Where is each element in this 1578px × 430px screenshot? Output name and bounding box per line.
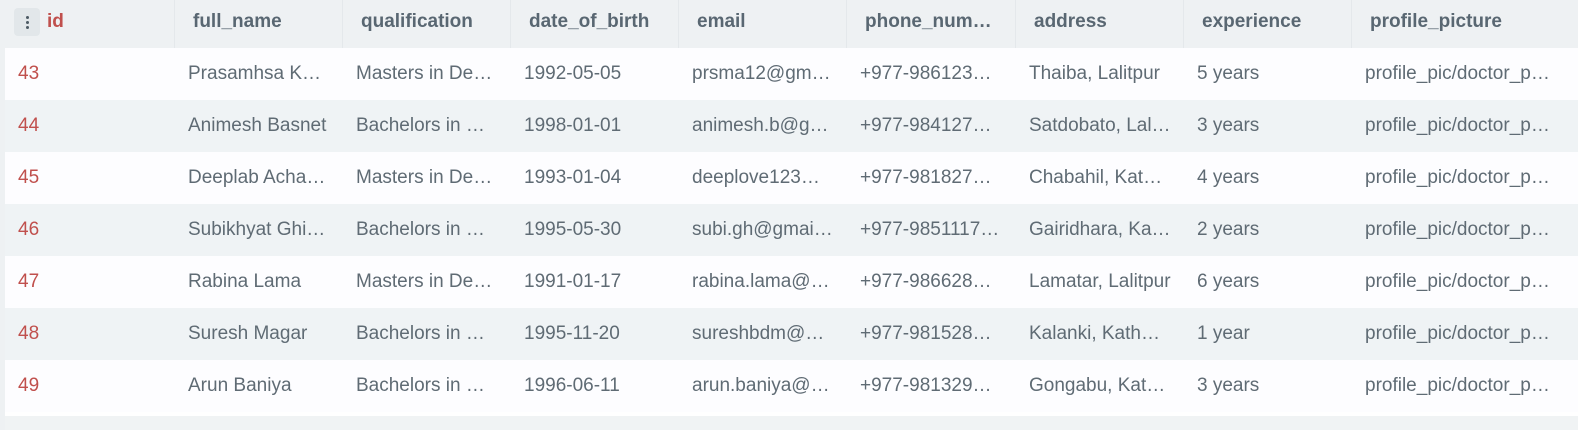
table-cell-qualification[interactable]: Masters in De… [343, 48, 511, 100]
table-cell-date-of-birth[interactable]: 1995-11-20 [511, 308, 679, 360]
header-row: id full_name qualification date_of_birth… [5, 0, 1578, 49]
table-cell-profile-picture[interactable]: profile_pic/doctor_pr… [1352, 48, 1558, 100]
column-header-date-of-birth[interactable]: date_of_birth [511, 0, 679, 48]
table-cell-date-of-birth[interactable]: 1993-01-04 [511, 152, 679, 204]
table-cell-qualification[interactable]: Bachelors in … [343, 308, 511, 360]
column-header-label: id [47, 11, 64, 32]
table-cell-profile-picture[interactable]: profile_pic/doctor_pr… [1352, 100, 1558, 152]
table-cell-experience[interactable]: 4 years [1184, 152, 1352, 204]
table-cell-address[interactable]: Kalanki, Kath… [1016, 308, 1184, 360]
table-cell-full-name[interactable]: Deeplab Acha… [175, 152, 343, 204]
table-cell-address[interactable]: Gairidhara, Ka… [1016, 204, 1184, 256]
table-cell-email[interactable]: sureshbdm@… [679, 308, 847, 360]
column-header-qualification[interactable]: qualification [343, 0, 511, 48]
table-cell-id[interactable]: 47 [5, 256, 175, 308]
column-header-label: address [1034, 11, 1107, 32]
column-header-id[interactable]: id [5, 0, 175, 48]
table-cell-date-of-birth[interactable]: 1992-05-05 [511, 48, 679, 100]
table-cell-qualification[interactable]: Bachelors in … [343, 360, 511, 412]
table-cell-date-of-birth[interactable]: 1998-01-01 [511, 100, 679, 152]
table-cell-address[interactable]: Chabahil, Kat… [1016, 152, 1184, 204]
table-cell-experience[interactable]: 3 years [1184, 360, 1352, 412]
table-cell-profile-picture[interactable]: profile_pic/doctor_pr… [1352, 256, 1558, 308]
table-row[interactable]: 48 Suresh Magar Bachelors in … 1995-11-20 su… [5, 308, 1578, 360]
table-cell-phone-number[interactable]: +977-981827… [847, 152, 1016, 204]
column-header-label: full_name [193, 11, 282, 32]
table-cell-full-name[interactable]: Animesh Basnet [175, 100, 343, 152]
table-cell-full-name[interactable]: Rabina Lama [175, 256, 343, 308]
table-cell-qualification[interactable]: Bachelors in … [343, 100, 511, 152]
table-cell-date-of-birth[interactable]: 1996-06-11 [511, 360, 679, 412]
table-cell-experience[interactable]: 1 year [1184, 308, 1352, 360]
column-header-label: experience [1202, 11, 1302, 32]
table-cell-email[interactable]: arun.baniya@… [679, 360, 847, 412]
table-cell-id[interactable]: 45 [5, 152, 175, 204]
column-header-phone-number[interactable]: phone_num… [847, 0, 1016, 48]
table-cell-phone-number[interactable]: +977-981528… [847, 308, 1016, 360]
column-header-email[interactable]: email [679, 0, 847, 48]
table-cell-id[interactable]: 44 [5, 100, 175, 152]
table-cell-full-name[interactable]: Arun Baniya [175, 360, 343, 412]
table-cell-profile-picture[interactable]: profile_pic/doctor_pr… [1352, 204, 1558, 256]
column-header-label: profile_picture [1370, 11, 1502, 32]
kebab-menu-icon[interactable] [14, 8, 40, 36]
table-cell-address[interactable]: Gongabu, Kat… [1016, 360, 1184, 412]
table-cell-address[interactable]: Satdobato, Lal… [1016, 100, 1184, 152]
table-cell-id[interactable]: 49 [5, 360, 175, 412]
table-cell-experience[interactable]: 6 years [1184, 256, 1352, 308]
table-cell-experience[interactable]: 5 years [1184, 48, 1352, 100]
table-cell-profile-picture[interactable]: profile_pic/doctor_pr… [1352, 360, 1558, 412]
column-header-label: date_of_birth [529, 11, 650, 32]
table-cell-email[interactable]: prsma12@gm… [679, 48, 847, 100]
table-cell-id[interactable]: 48 [5, 308, 175, 360]
table-cell-id[interactable]: 43 [5, 48, 175, 100]
table-cell-qualification[interactable]: Masters in De… [343, 152, 511, 204]
table-cell-address[interactable]: Thaiba, Lalitpur [1016, 48, 1184, 100]
table-cell-qualification[interactable]: Bachelors in … [343, 204, 511, 256]
table-cell-email[interactable]: deeplove123… [679, 152, 847, 204]
data-grid: id full_name qualification date_of_birth… [5, 0, 1578, 416]
table-cell-profile-picture[interactable]: profile_pic/doctor_pr… [1352, 152, 1558, 204]
table-cell-full-name[interactable]: Suresh Magar [175, 308, 343, 360]
table-row[interactable]: 45 Deeplab Acha… Masters in De… 1993-01-04 d… [5, 152, 1578, 204]
table-row[interactable]: 47 Rabina Lama Masters in De… 1991-01-17 rab… [5, 256, 1578, 308]
column-header-full-name[interactable]: full_name [175, 0, 343, 48]
table-row[interactable]: 49 Arun Baniya Bachelors in … 1996-06-11 aru… [5, 360, 1578, 412]
column-header-label: phone_num… [865, 11, 992, 32]
column-header-label: email [697, 11, 746, 32]
table-cell-qualification[interactable]: Masters in De… [343, 256, 511, 308]
table-cell-phone-number[interactable]: +977-9851117… [847, 204, 1016, 256]
table-row[interactable]: 46 Subikhyat Ghi… Bachelors in … 1995-05-30… [5, 204, 1578, 256]
column-header-address[interactable]: address [1016, 0, 1184, 48]
table-cell-email[interactable]: animesh.b@g… [679, 100, 847, 152]
table-cell-phone-number[interactable]: +977-981329… [847, 360, 1016, 412]
column-header-label: qualification [361, 11, 473, 32]
table-cell-email[interactable]: subi.gh@gmai… [679, 204, 847, 256]
column-header-profile-picture[interactable]: profile_picture [1352, 0, 1558, 48]
table-cell-date-of-birth[interactable]: 1991-01-17 [511, 256, 679, 308]
column-header-experience[interactable]: experience [1184, 0, 1352, 48]
table-cell-address[interactable]: Lamatar, Lalitpur [1016, 256, 1184, 308]
table-cell-full-name[interactable]: Prasamhsa K… [175, 48, 343, 100]
table-cell-experience[interactable]: 2 years [1184, 204, 1352, 256]
table-cell-phone-number[interactable]: +977-986123… [847, 48, 1016, 100]
table-cell-phone-number[interactable]: +977-986628… [847, 256, 1016, 308]
table-cell-phone-number[interactable]: +977-984127… [847, 100, 1016, 152]
table-row[interactable]: 44 Animesh Basnet Bachelors in … 1998-01-01… [5, 100, 1578, 152]
table-cell-id[interactable]: 46 [5, 204, 175, 256]
table-cell-full-name[interactable]: Subikhyat Ghi… [175, 204, 343, 256]
table-row[interactable]: 43 Prasamhsa K… Masters in De… 1992-05-05 pr… [5, 48, 1578, 100]
table-cell-date-of-birth[interactable]: 1995-05-30 [511, 204, 679, 256]
table-cell-experience[interactable]: 3 years [1184, 100, 1352, 152]
table-cell-email[interactable]: rabina.lama@… [679, 256, 847, 308]
table-cell-profile-picture[interactable]: profile_pic/doctor_pr… [1352, 308, 1558, 360]
